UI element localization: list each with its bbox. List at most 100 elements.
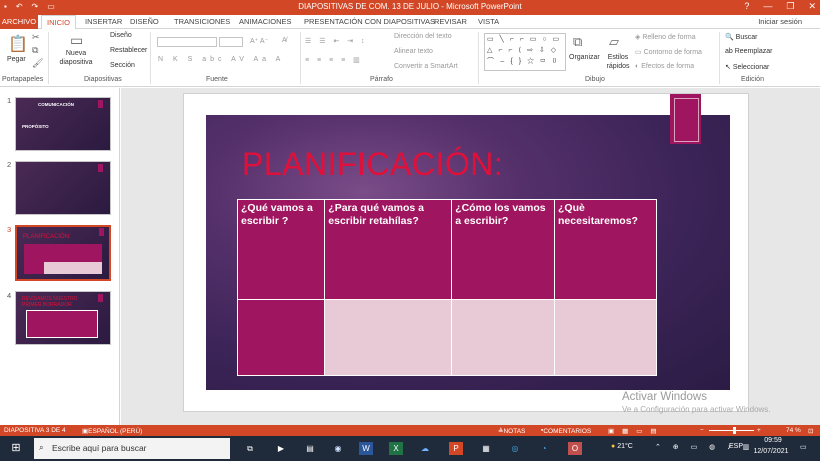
taskbar-search-box[interactable]: ⌕ Escribe aquí para buscar bbox=[34, 438, 230, 459]
table-cell[interactable] bbox=[554, 299, 657, 376]
paste-icon[interactable]: 📋 bbox=[8, 34, 28, 54]
powerpoint-icon[interactable]: P bbox=[449, 442, 463, 455]
table-cell[interactable]: ¿Qué vamos a escribir ? bbox=[236, 199, 326, 300]
group-separator bbox=[719, 32, 720, 84]
table-cell[interactable]: ¿Cómo los vamos a escribir? bbox=[451, 199, 556, 300]
excel-icon[interactable]: X bbox=[389, 442, 403, 455]
paste-button[interactable]: Pegar bbox=[7, 56, 26, 63]
quick-styles-button[interactable]: Estilos rápidos bbox=[603, 53, 633, 71]
restore-button[interactable]: ❐ bbox=[786, 1, 794, 12]
fit-slide-icon[interactable]: ⊡ bbox=[808, 427, 813, 435]
arrange-button[interactable]: Organizar bbox=[569, 54, 600, 61]
new-slide-button[interactable]: Nueva diapositiva bbox=[56, 49, 96, 67]
tab-home[interactable]: INICIO bbox=[41, 15, 76, 30]
tab-review[interactable]: REVISAR bbox=[434, 17, 467, 26]
font-style-buttons[interactable]: N K S abc AV Aa A bbox=[158, 56, 284, 63]
sign-in-link[interactable]: Iniciar sesión bbox=[758, 17, 802, 26]
zoom-level[interactable]: 74 % bbox=[786, 427, 801, 434]
media-player-icon[interactable]: ▶ bbox=[274, 442, 288, 455]
tab-slideshow[interactable]: PRESENTACIÓN CON DIAPOSITIVAS bbox=[304, 17, 435, 26]
arrange-icon[interactable]: ⧉ bbox=[573, 34, 582, 50]
weather-widget[interactable]: ● 21°C bbox=[611, 443, 633, 450]
tab-insert[interactable]: INSERTAR bbox=[85, 17, 122, 26]
tab-file[interactable]: ARCHIVO bbox=[0, 15, 38, 29]
minimize-button[interactable]: — bbox=[763, 1, 772, 12]
notes-button[interactable]: ≜ NOTAS bbox=[498, 427, 525, 436]
ribbon: 📋 Pegar ✂ ⧉ 🖌 Portapapeles ▭ Nueva diapo… bbox=[0, 29, 820, 87]
thumbnail-accent bbox=[99, 228, 104, 236]
zoom-in-button[interactable]: + bbox=[757, 427, 761, 434]
zoom-out-button[interactable]: − bbox=[700, 427, 704, 434]
thumbnail-accent bbox=[98, 100, 103, 108]
format-painter-icon[interactable]: 🖌 bbox=[32, 58, 43, 69]
clear-format-icon[interactable]: A̸ bbox=[282, 37, 287, 44]
tab-animations[interactable]: ANIMACIONES bbox=[239, 17, 292, 26]
table-cell[interactable]: ¿Para qué vamos a escribir retahílas? bbox=[324, 199, 453, 300]
font-size-combo[interactable] bbox=[219, 37, 243, 47]
cut-icon[interactable]: ✂ bbox=[32, 32, 40, 43]
new-slide-icon[interactable]: ▭ bbox=[70, 32, 83, 49]
shape-effects-button[interactable]: ◐ Efectos de forma bbox=[635, 63, 694, 70]
task-view-icon[interactable]: ⧉ bbox=[243, 442, 257, 455]
planning-table[interactable]: ¿Qué vamos a escribir ? ¿Para qué vamos … bbox=[236, 199, 657, 376]
font-grow-icon[interactable]: A⁺ A⁻ bbox=[250, 37, 268, 45]
help-button[interactable]: ? bbox=[744, 1, 749, 12]
table-cell[interactable] bbox=[451, 299, 556, 376]
zoom-app-icon[interactable]: ◉ bbox=[331, 442, 345, 455]
smartart-button[interactable]: Convertir a SmartArt bbox=[394, 63, 458, 70]
notifications-icon[interactable]: ▭ bbox=[800, 443, 807, 451]
table-cell[interactable]: ¿Què necesitaremos? bbox=[554, 199, 657, 300]
shape-outline-button[interactable]: ▭ Contorno de forma bbox=[635, 48, 702, 56]
zoom-slider-thumb[interactable] bbox=[733, 427, 736, 434]
tab-design[interactable]: DISEÑO bbox=[130, 17, 159, 26]
thumbnail-accent bbox=[98, 164, 103, 172]
group-label-editing: Edición bbox=[741, 76, 764, 83]
select-button[interactable]: ↖ Seleccionar bbox=[725, 63, 769, 71]
reset-button[interactable]: Restablecer bbox=[110, 47, 147, 54]
language-status[interactable]: ▣ ESPAÑOL (PERÚ) bbox=[82, 427, 142, 436]
replace-button[interactable]: ab Reemplazar bbox=[725, 48, 772, 55]
align-text-button[interactable]: Alinear texto bbox=[394, 48, 433, 55]
slide-thumbnail-2[interactable] bbox=[15, 161, 111, 215]
shape-fill-button[interactable]: ◈ Relleno de forma bbox=[635, 33, 696, 41]
input-language[interactable]: ESP bbox=[729, 443, 743, 450]
copy-icon[interactable]: ⧉ bbox=[32, 45, 38, 56]
shapes-gallery[interactable]: ▭ ╲ ⌐ ⌐ ▭ ○ ▭ △ ⌐ ⌐ ⟨ ⇨ ⇩ ◇ ⌒ ⌢ { } ☆ ▭ ▯ bbox=[484, 33, 566, 71]
zoom-slider[interactable] bbox=[709, 430, 754, 431]
weather-temp: 21°C bbox=[617, 443, 633, 450]
clock-time[interactable]: 09:59 bbox=[758, 437, 788, 444]
view-buttons[interactable]: ▣▦▭▤ bbox=[608, 427, 665, 435]
clock-date[interactable]: 12/07/2021 bbox=[750, 448, 792, 455]
store-icon[interactable]: ▦ bbox=[479, 442, 493, 455]
sun-icon: ● bbox=[611, 443, 616, 450]
windows-start-icon[interactable]: ⊞ bbox=[9, 442, 23, 455]
quick-styles-icon[interactable]: ▱ bbox=[609, 34, 619, 50]
notes-label: NOTAS bbox=[503, 428, 526, 435]
align-buttons[interactable]: ≡ ≡ ≡ ≡ ▥ bbox=[305, 56, 363, 64]
slide-title[interactable]: PLANIFICACIÓN: bbox=[242, 146, 503, 183]
section-button[interactable]: Sección bbox=[110, 62, 135, 69]
group-label-font: Fuente bbox=[206, 76, 228, 83]
slide-thumbnail-4[interactable]: REVISAMOS NUESTRO PRIMER BORRADOR bbox=[15, 291, 111, 345]
outlook-icon[interactable]: O bbox=[568, 442, 582, 455]
word-icon[interactable]: W bbox=[359, 442, 373, 455]
file-explorer-icon[interactable]: ▤ bbox=[303, 442, 317, 455]
font-name-combo[interactable] bbox=[157, 37, 217, 47]
table-cell[interactable] bbox=[236, 299, 326, 376]
slide-thumbnail-1[interactable]: COMUNICACIÓN PROPÓSITO bbox=[15, 97, 111, 151]
text-direction-button[interactable]: Dirección del texto bbox=[394, 33, 452, 40]
comments-button[interactable]: ▪ COMENTARIOS bbox=[541, 427, 591, 436]
group-label-clipboard: Portapapeles bbox=[2, 76, 44, 83]
slide-thumbnail-3[interactable]: PLANIFICACIÓN: bbox=[15, 225, 111, 281]
steam-icon[interactable]: ◎ bbox=[508, 442, 522, 455]
list-buttons[interactable]: ☰ ☰ ⇤ ⇥ ↕ bbox=[305, 37, 368, 45]
find-button[interactable]: 🔍 Buscar bbox=[725, 33, 757, 41]
onedrive-icon[interactable]: ☁ bbox=[418, 442, 432, 455]
close-button[interactable]: ✕ bbox=[808, 1, 816, 12]
tab-transitions[interactable]: TRANSICIONES bbox=[174, 17, 230, 26]
edge-icon[interactable]: ◔ bbox=[537, 442, 551, 455]
tab-view[interactable]: VISTA bbox=[478, 17, 499, 26]
table-cell[interactable] bbox=[324, 299, 453, 376]
shape-fill-label: Relleno de forma bbox=[642, 34, 696, 41]
layout-button[interactable]: Diseño bbox=[110, 32, 132, 39]
